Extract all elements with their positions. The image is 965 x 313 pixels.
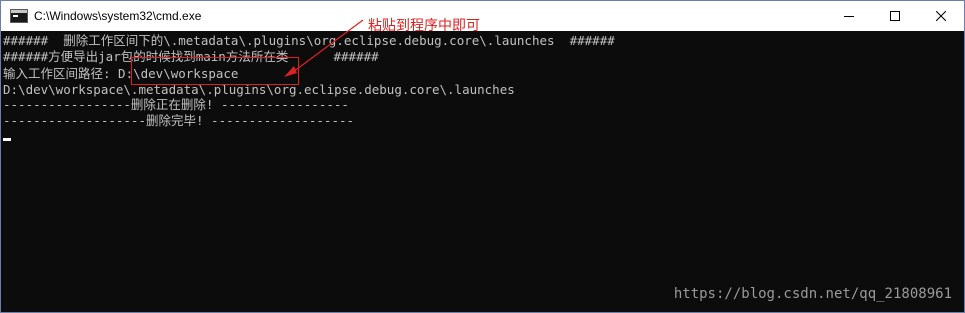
console-line: ###### 删除工作区间下的\.metadata\.plugins\org.e… — [3, 33, 615, 48]
close-button[interactable] — [918, 1, 964, 31]
cmd-console-icon[interactable] — [10, 9, 28, 23]
watermark-text: https://blog.csdn.net/qq_21808961 — [673, 286, 952, 302]
close-icon — [936, 11, 946, 21]
path-highlight-box — [131, 57, 299, 85]
minimize-icon — [844, 16, 854, 17]
console-output[interactable]: ###### 删除工作区间下的\.metadata\.plugins\org.e… — [1, 17, 964, 312]
cmd-window: C:\Windows\system32\cmd.exe ###### 删除工作区… — [0, 0, 965, 313]
minimize-button[interactable] — [826, 1, 872, 31]
title-bar[interactable]: C:\Windows\system32\cmd.exe — [1, 1, 964, 31]
maximize-icon — [890, 11, 900, 21]
scrollbar[interactable] — [961, 31, 964, 312]
window-title: C:\Windows\system32\cmd.exe — [34, 9, 202, 23]
annotation-label: 粘贴到程序中即可 — [368, 17, 480, 33]
window-controls — [826, 1, 964, 31]
console-line: -------------------删除完毕! ---------------… — [3, 113, 355, 128]
text-cursor — [3, 138, 11, 141]
maximize-button[interactable] — [872, 1, 918, 31]
console-line: -----------------删除正在删除! ---------------… — [3, 97, 349, 112]
